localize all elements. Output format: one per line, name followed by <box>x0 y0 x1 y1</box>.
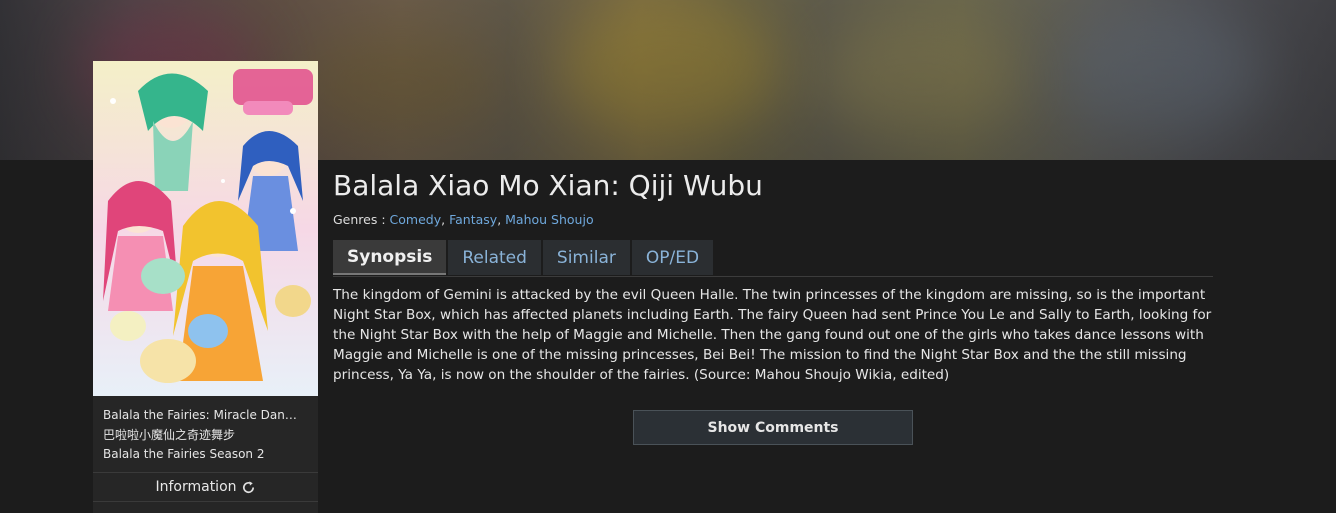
alt-title-season: Balala the Fairies Season 2 <box>103 447 265 461</box>
detail-tabs: Synopsis Related Similar OP/ED <box>333 240 1213 277</box>
genre-link-mahou-shoujo[interactable]: Mahou Shoujo <box>505 212 593 227</box>
information-label: Information <box>155 479 237 495</box>
genre-link-fantasy[interactable]: Fantasy <box>449 212 497 227</box>
tab-related[interactable]: Related <box>448 240 541 275</box>
information-toggle[interactable]: Information <box>93 472 318 502</box>
genres-label: Genres : <box>333 212 386 227</box>
anime-detail-page: Balala the Fairies: Miracle Dan… 巴啦啦小魔仙之… <box>0 0 1336 513</box>
tab-similar[interactable]: Similar <box>542 240 630 275</box>
refresh-icon <box>242 480 254 493</box>
sidebar-panel-continuation <box>93 502 318 513</box>
synopsis-text: The kingdom of Gemini is attacked by the… <box>333 287 1212 383</box>
anime-title: Balala Xiao Mo Xian: Qiji Wubu <box>333 169 763 202</box>
genres-row: Genres : Comedy, Fantasy, Mahou Shoujo <box>333 212 594 227</box>
show-comments-button[interactable]: Show Comments <box>633 410 913 445</box>
tab-op-ed[interactable]: OP/ED <box>631 240 714 275</box>
cover-image <box>93 61 318 396</box>
alt-title-chinese: 巴啦啦小魔仙之奇迹舞步 <box>103 427 236 442</box>
alt-title-english: Balala the Fairies: Miracle Dan… <box>103 408 297 422</box>
genre-link-comedy[interactable]: Comedy <box>390 212 442 227</box>
tab-synopsis[interactable]: Synopsis <box>333 240 447 275</box>
alternative-titles: Balala the Fairies: Miracle Dan… 巴啦啦小魔仙之… <box>93 396 318 472</box>
